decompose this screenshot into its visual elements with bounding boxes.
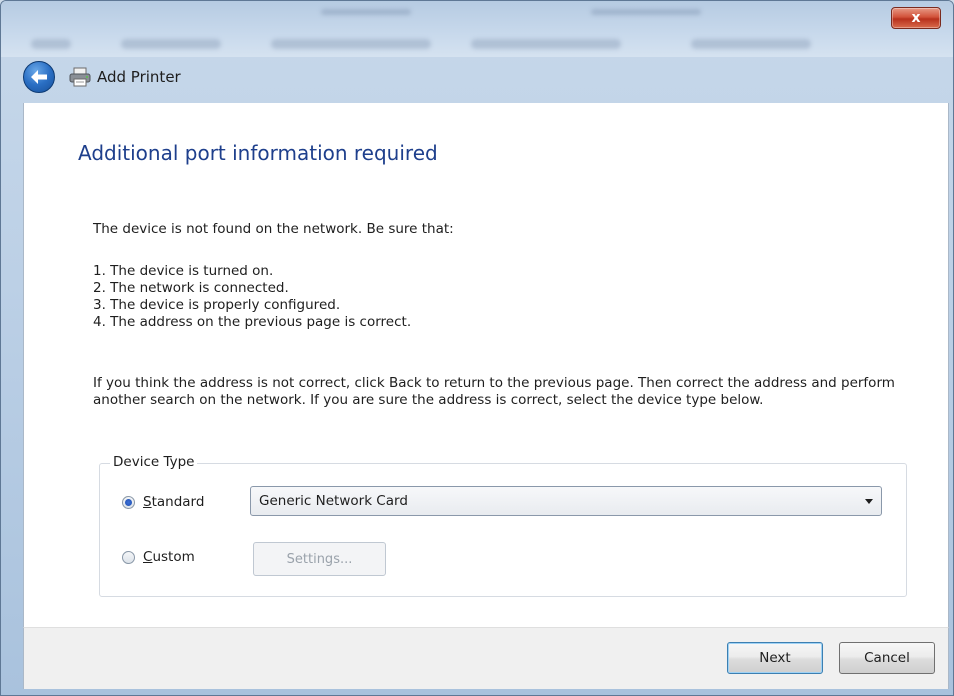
radio-selected-dot — [125, 498, 132, 506]
device-type-group: Device Type Standard Generic Network Car… — [99, 454, 907, 597]
checklist-item: 2. The network is connected. — [93, 280, 289, 296]
back-button[interactable] — [23, 61, 55, 93]
instruction-paragraph: If you think the address is not correct,… — [93, 375, 895, 408]
custom-label[interactable]: Custom — [143, 549, 195, 565]
wizard-content: Additional port information required The… — [23, 103, 949, 627]
custom-radio-option[interactable]: Custom — [122, 549, 195, 565]
close-icon: x — [911, 10, 921, 26]
blurred-shape — [321, 9, 411, 15]
blurred-shape — [691, 39, 811, 49]
blurred-shape — [121, 39, 221, 49]
checklist-item: 1. The device is turned on. — [93, 263, 274, 279]
wizard-footer: Next Cancel — [23, 627, 949, 689]
back-arrow-icon — [31, 70, 47, 84]
add-printer-window: x Add Printer Additional port informatio… — [0, 0, 954, 696]
intro-text: The device is not found on the network. … — [93, 221, 454, 237]
blurred-shape — [271, 39, 431, 49]
chevron-down-icon — [865, 499, 873, 504]
standard-radio-option[interactable]: Standard — [122, 494, 204, 510]
settings-button[interactable]: Settings... — [253, 542, 386, 576]
checklist-item: 4. The address on the previous page is c… — [93, 314, 412, 330]
standard-label[interactable]: Standard — [143, 494, 204, 510]
device-card-select[interactable]: Generic Network Card — [250, 486, 882, 516]
next-button[interactable]: Next — [727, 642, 823, 674]
background-toolbar-blur — [1, 1, 953, 57]
checklist: 1. The device is turned on. 2. The netwo… — [93, 263, 411, 331]
window-title: Add Printer — [97, 68, 181, 86]
cancel-button[interactable]: Cancel — [839, 642, 935, 674]
device-type-label: Device Type — [110, 454, 198, 470]
printer-icon — [69, 67, 91, 87]
custom-radio[interactable] — [122, 550, 135, 564]
blurred-shape — [471, 39, 621, 49]
standard-radio[interactable] — [122, 495, 135, 509]
blurred-shape — [591, 9, 701, 15]
navigation-bar: Add Printer — [1, 55, 953, 99]
page-heading: Additional port information required — [78, 141, 438, 165]
checklist-item: 3. The device is properly configured. — [93, 297, 341, 313]
blurred-shape — [31, 39, 71, 49]
device-card-selected-value: Generic Network Card — [259, 493, 408, 509]
close-button[interactable]: x — [891, 7, 941, 29]
